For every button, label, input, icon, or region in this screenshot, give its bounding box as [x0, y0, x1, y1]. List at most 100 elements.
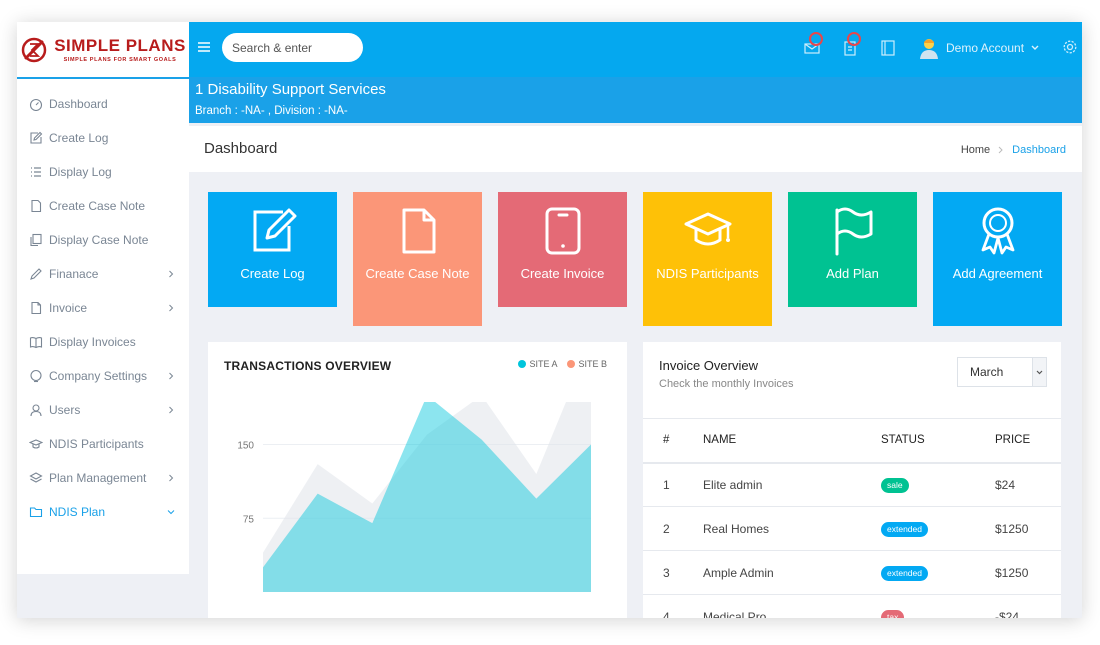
folder-icon [29, 507, 43, 518]
sidebar-item-ndis-participants[interactable]: NDIS Participants [17, 427, 189, 461]
sidebar-item-label: Create Case Note [49, 199, 146, 213]
award-icon [981, 207, 1014, 255]
table-row[interactable]: 4 Medical Pro tax -$24 [643, 594, 1061, 618]
sidebar-item-ndis-plan[interactable]: NDIS Plan [17, 495, 189, 529]
tile-label: Create Invoice [520, 266, 605, 281]
table-row[interactable]: 2 Real Homes extended $1250 [643, 506, 1061, 551]
sidebar-nav: Dashboard Create Log Display Log Create Cas… [17, 79, 189, 529]
sidebar-item-label: Users [49, 403, 81, 417]
organization-name: 1 Disability Support Services [195, 81, 386, 98]
chevron-down-icon [1031, 45, 1039, 50]
legend-item[interactable]: SITE A [518, 359, 557, 369]
graduation-cap-icon [684, 212, 731, 246]
breadcrumb: Home Dashboard [961, 144, 1066, 156]
y-tick-label: 75 [243, 514, 255, 525]
row-name: Elite admin [703, 462, 881, 507]
chart-title: TRANSACTIONS OVERVIEW [224, 359, 392, 373]
column-header: # [643, 418, 703, 464]
fullscreen-button[interactable] [879, 39, 897, 57]
branch-division: Branch : -NA- , Division : -NA- [195, 105, 348, 117]
messages-notification-button[interactable] [841, 32, 861, 57]
chevron-right-icon [169, 406, 174, 414]
row-number: 3 [643, 550, 703, 595]
edit-icon [253, 208, 296, 252]
tile-create-invoice[interactable]: Create Invoice [498, 192, 627, 307]
user-icon [30, 404, 42, 417]
sidebar-item-plan-management[interactable]: Plan Management [17, 461, 189, 495]
account-name: Demo Account [946, 41, 1025, 55]
sidebar-item-display-invoices[interactable]: Display Invoices [17, 325, 189, 359]
breadcrumb-home[interactable]: Home [961, 144, 990, 156]
legend-label: SITE B [578, 359, 607, 369]
month-select-value: March [970, 365, 1004, 379]
tile-label: Create Log [240, 266, 305, 281]
column-header: NAME [703, 418, 881, 464]
copy-icon [30, 233, 42, 247]
row-number: 4 [643, 594, 703, 618]
document-icon [31, 199, 42, 213]
notification-badge [809, 32, 823, 46]
sidebar-item-finanace[interactable]: Finanace [17, 257, 189, 291]
page-header: Dashboard Home Dashboard [189, 126, 1082, 172]
pencil-icon [30, 268, 42, 280]
table-header-row: # NAME STATUS PRICE [643, 418, 1061, 464]
organization-banner: 1 Disability Support Services Branch : -… [189, 77, 1082, 123]
status-badge: tax [881, 609, 905, 618]
gauge-icon [29, 98, 43, 111]
y-tick-label: 150 [237, 441, 254, 452]
edit-icon [30, 131, 43, 144]
legend-item[interactable]: SITE B [567, 359, 607, 369]
gear-icon[interactable] [1062, 39, 1078, 55]
invoice-overview-card: Invoice Overview Check the monthly Invoi… [643, 342, 1061, 618]
page-title: Dashboard [204, 140, 278, 157]
brand-logo[interactable]: SIMPLE PLANS SIMPLE PLANS FOR SMART GOAL… [17, 22, 189, 79]
mail-notification-button[interactable] [803, 32, 823, 57]
sidebar-item-dashboard[interactable]: Dashboard [17, 87, 189, 121]
tablet-icon [545, 207, 580, 255]
tile-add-plan[interactable]: Add Plan [788, 192, 917, 307]
table-row[interactable]: 3 Ample Admin extended $1250 [643, 550, 1061, 595]
row-price: $24 [995, 462, 1061, 507]
row-number: 2 [643, 506, 703, 551]
sidebar-item-display-case-note[interactable]: Display Case Note [17, 223, 189, 257]
sidebar-item-label: Invoice [49, 301, 88, 315]
sidebar-item-invoice[interactable]: Invoice [17, 291, 189, 325]
topbar: Demo Account [189, 22, 1082, 77]
sidebar-item-create-case-note[interactable]: Create Case Note [17, 189, 189, 223]
breadcrumb-current: Dashboard [1012, 144, 1066, 156]
chart-legend: SITE A SITE B [518, 359, 607, 369]
tile-label: Add Agreement [952, 266, 1043, 281]
dropdown-toggle[interactable] [1032, 358, 1046, 386]
month-select[interactable]: March [957, 357, 1047, 387]
sidebar-item-label: Plan Management [49, 471, 147, 485]
row-price: $1250 [995, 506, 1061, 551]
tile-create-log[interactable]: Create Log [208, 192, 337, 307]
sidebar-item-label: Display Log [49, 165, 112, 179]
table-row[interactable]: 1 Elite admin sale $24 [643, 462, 1061, 507]
file-icon [31, 301, 42, 315]
tile-ndis-participants[interactable]: NDIS Participants [643, 192, 772, 326]
invoice-overview-subtitle: Check the monthly Invoices [659, 378, 794, 390]
sidebar-item-label: Display Invoices [49, 335, 136, 349]
sidebar-item-company-settings[interactable]: Company Settings [17, 359, 189, 393]
sidebar-item-display-log[interactable]: Display Log [17, 155, 189, 189]
sidebar-item-label: NDIS Plan [49, 505, 106, 519]
chevron-right-icon [169, 372, 174, 380]
tile-add-agreement[interactable]: Add Agreement [933, 192, 1062, 326]
hamburger-menu-icon[interactable] [197, 40, 211, 54]
sidebar-item-users[interactable]: Users [17, 393, 189, 427]
file-icon [402, 208, 435, 254]
sidebar-item-create-log[interactable]: Create Log [17, 121, 189, 155]
legend-label: SITE A [529, 359, 558, 369]
sidebar-item-label: Create Log [49, 131, 109, 145]
row-name: Real Homes [703, 506, 881, 551]
app-window: SIMPLE PLANS SIMPLE PLANS FOR SMART GOAL… [17, 22, 1082, 618]
account-menu[interactable]: Demo Account [919, 37, 1039, 59]
flag-icon [835, 207, 872, 256]
tile-create-case-note[interactable]: Create Case Note [353, 192, 482, 326]
chevron-right-icon [169, 474, 174, 482]
window-icon [881, 40, 895, 56]
brand-tagline: SIMPLE PLANS FOR SMART GOALS [63, 57, 177, 63]
tile-label: NDIS Participants [656, 266, 759, 281]
search-input[interactable] [222, 33, 363, 62]
